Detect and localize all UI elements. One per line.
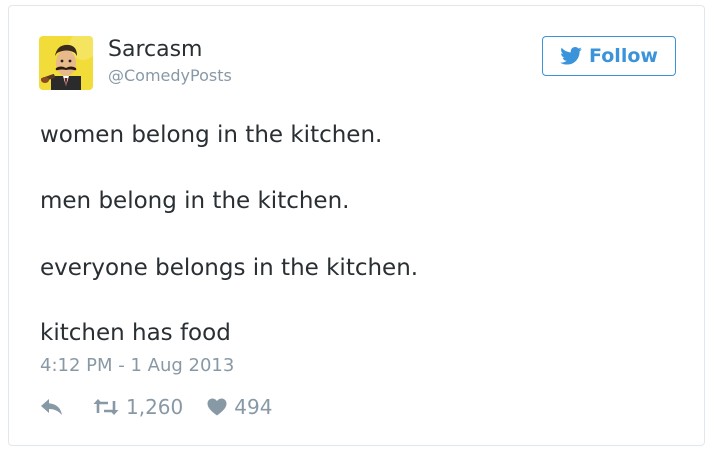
- retweet-count: 1,260: [126, 395, 184, 419]
- follow-button-label: Follow: [589, 45, 658, 67]
- retweet-button[interactable]: 1,260: [93, 395, 183, 419]
- tweet-text-line-2: men belong in the kitchen.: [40, 188, 350, 214]
- tweet-timestamp[interactable]: 4:12 PM - 1 Aug 2013: [40, 355, 234, 377]
- like-count: 494: [234, 395, 273, 419]
- user-display-name[interactable]: Sarcasm: [108, 36, 202, 64]
- reply-icon: [41, 399, 62, 415]
- reply-button[interactable]: [40, 398, 64, 416]
- tweet-text-line-4: kitchen has food: [40, 320, 231, 346]
- tweet-text-line-1: women belong in the kitchen.: [40, 122, 383, 148]
- user-handle[interactable]: @ComedyPosts: [108, 66, 232, 86]
- avatar[interactable]: [39, 36, 93, 90]
- tweet-actions: 1,260 494: [40, 394, 272, 420]
- heart-icon: [207, 398, 227, 416]
- tweet-card: Sarcasm @ComedyPosts Follow women belong…: [8, 5, 705, 446]
- like-button[interactable]: 494: [207, 395, 272, 419]
- tweet-text-line-3: everyone belongs in the kitchen.: [40, 255, 419, 281]
- retweet-icon: [93, 399, 119, 415]
- twitter-bird-icon: [560, 47, 582, 65]
- mustache-man-avatar-icon: [39, 36, 93, 90]
- follow-button[interactable]: Follow: [542, 36, 676, 76]
